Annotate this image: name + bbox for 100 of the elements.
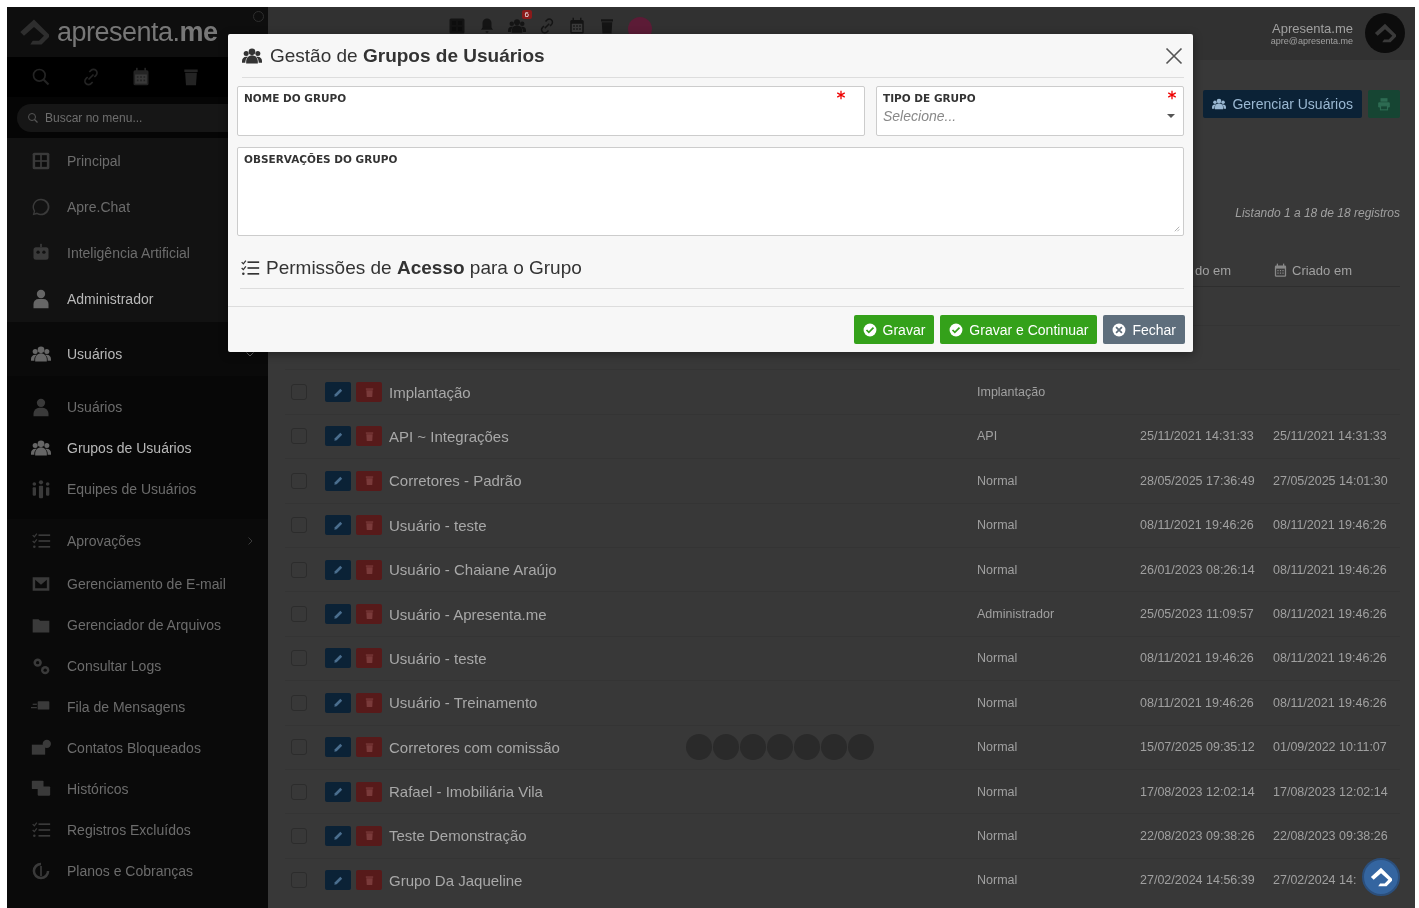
group-name: Usuário - Treinamento <box>389 694 539 712</box>
dialog-title: Gestão de Grupos de Usuários <box>270 44 546 67</box>
field-label: TIPO DE GRUPO <box>883 92 976 104</box>
delete-button[interactable] <box>356 426 382 447</box>
column-header[interactable]: do em <box>1195 262 1232 278</box>
group-name: Usuário - Chaiane Araújo <box>389 561 558 579</box>
trash-icon <box>363 830 375 842</box>
close-button[interactable]: Fechar <box>1103 315 1185 344</box>
edit-button[interactable] <box>325 604 351 625</box>
edit-button[interactable] <box>325 426 351 447</box>
delete-button[interactable] <box>356 382 382 403</box>
close-icon <box>1164 45 1184 66</box>
edit-button[interactable] <box>325 692 351 713</box>
field-label: NOME DO GRUPO <box>244 92 347 104</box>
edit-button[interactable] <box>325 515 351 536</box>
sidebar-item[interactable]: Administrador <box>7 276 268 322</box>
printer-icon <box>1377 97 1391 111</box>
delete-button[interactable] <box>356 781 382 802</box>
save-button[interactable]: Gravar e Continuar <box>940 315 1098 344</box>
sidebar-item[interactable]: Consultar Logs <box>7 645 268 686</box>
created-date: 08/11/2021 19:46:26 <box>1273 518 1387 533</box>
group-type: Administrador <box>977 607 1055 622</box>
trash-icon <box>363 874 375 886</box>
sidebar-item[interactable]: Gerenciamento de E-mail <box>7 563 268 604</box>
group-name: Usuário - Apresenta.me <box>389 605 548 623</box>
sidebar-item[interactable]: Planos e Cobranças <box>7 850 268 891</box>
bell-icon <box>478 17 496 35</box>
sidebar-item[interactable]: Gerenciador de Arquivos <box>7 604 268 645</box>
sidebar-item[interactable]: Usuários <box>7 332 268 376</box>
sidebar-item[interactable]: Aprovações <box>7 519 268 563</box>
edit-button[interactable] <box>325 737 351 758</box>
check-circle-icon <box>949 322 964 337</box>
group-type: Normal <box>977 784 1018 799</box>
trash-icon <box>363 430 375 442</box>
checklist-icon <box>240 258 260 278</box>
group-name-field[interactable]: NOME DO GRUPO <box>237 86 865 136</box>
group-name: Rafael - Imobiliária Vila <box>389 783 544 801</box>
group-name: Grupo Da Jaqueline <box>389 871 524 889</box>
delete-button[interactable] <box>356 515 382 536</box>
pencil-icon <box>332 786 344 798</box>
save-button[interactable]: Gravar <box>853 315 935 344</box>
sidebar-item[interactable]: Históricos <box>7 768 268 809</box>
column-header[interactable]: Criado em <box>1292 262 1352 278</box>
delete-button[interactable] <box>356 559 382 580</box>
calendar-icon <box>1273 262 1288 278</box>
trash-icon <box>363 652 375 664</box>
updated-date: 15/07/2025 09:35:12 <box>1140 740 1255 755</box>
edit-button[interactable] <box>325 826 351 846</box>
logo-icon <box>1370 866 1392 888</box>
updated-date: 26/01/2023 08:26:14 <box>1140 562 1255 577</box>
group-type-select[interactable]: TIPO DE GRUPO Selecione... <box>876 86 1184 136</box>
sidebar-item[interactable]: Usuários <box>7 386 268 427</box>
grid-icon <box>448 17 466 35</box>
notes-field[interactable]: OBSERVAÇÕES DO GRUPO <box>237 147 1184 236</box>
edit-button[interactable] <box>325 470 351 491</box>
group-type: Normal <box>977 518 1018 533</box>
group-type: Normal <box>977 829 1018 843</box>
delete-button[interactable] <box>356 470 382 491</box>
edit-button[interactable] <box>325 382 351 403</box>
sidebar-item[interactable]: Contatos Bloqueados <box>7 727 268 768</box>
sidebar-item[interactable]: Equipes de Usuários <box>7 468 268 509</box>
edit-button[interactable] <box>325 559 351 580</box>
delete-button[interactable] <box>356 737 382 758</box>
print-button[interactable] <box>1368 90 1400 118</box>
group-type: Normal <box>977 473 1018 488</box>
pencil-icon <box>332 874 344 886</box>
delete-button[interactable] <box>356 604 382 625</box>
sidebar-item[interactable]: Registros Excluídos <box>7 809 268 850</box>
trash-icon <box>363 475 375 487</box>
trash-icon <box>363 741 375 753</box>
delete-button[interactable] <box>356 648 382 669</box>
edit-button[interactable] <box>325 781 351 802</box>
created-date: 08/11/2021 19:46:26 <box>1273 695 1387 710</box>
created-date: 08/11/2021 19:46:26 <box>1273 562 1387 577</box>
checklist-icon <box>31 531 51 551</box>
user-avatar[interactable] <box>1365 13 1405 53</box>
group-type: API <box>977 429 998 444</box>
delete-button[interactable] <box>356 870 382 891</box>
chat-bubble-icon <box>31 197 51 217</box>
edit-button[interactable] <box>325 870 351 891</box>
delete-button[interactable] <box>356 826 382 846</box>
edit-button[interactable] <box>325 648 351 669</box>
logo-icon <box>19 17 49 47</box>
sidebar-item[interactable]: Grupos de Usuários <box>7 427 268 468</box>
created-date: 17/08/2023 12:02:14 <box>1273 784 1388 799</box>
robot-icon <box>31 243 51 263</box>
sidebar-item[interactable]: Fila de Mensagens <box>7 686 268 727</box>
trash-icon <box>363 608 375 620</box>
pencil-icon <box>332 830 344 842</box>
created-date: 08/11/2021 19:46:26 <box>1273 607 1387 622</box>
notification-badge: 6 <box>521 10 532 19</box>
person-icon <box>31 289 51 309</box>
group-type: Implantação <box>977 385 1046 400</box>
delete-button[interactable] <box>356 692 382 713</box>
updated-date: 25/05/2023 11:09:57 <box>1140 607 1254 622</box>
close-button[interactable] <box>1164 45 1184 66</box>
calendar-icon <box>568 17 586 35</box>
updated-date: 28/05/2025 17:36:49 <box>1140 473 1255 488</box>
search-icon <box>31 67 51 87</box>
manage-users-button[interactable]: Gerenciar Usuários <box>1203 90 1362 118</box>
